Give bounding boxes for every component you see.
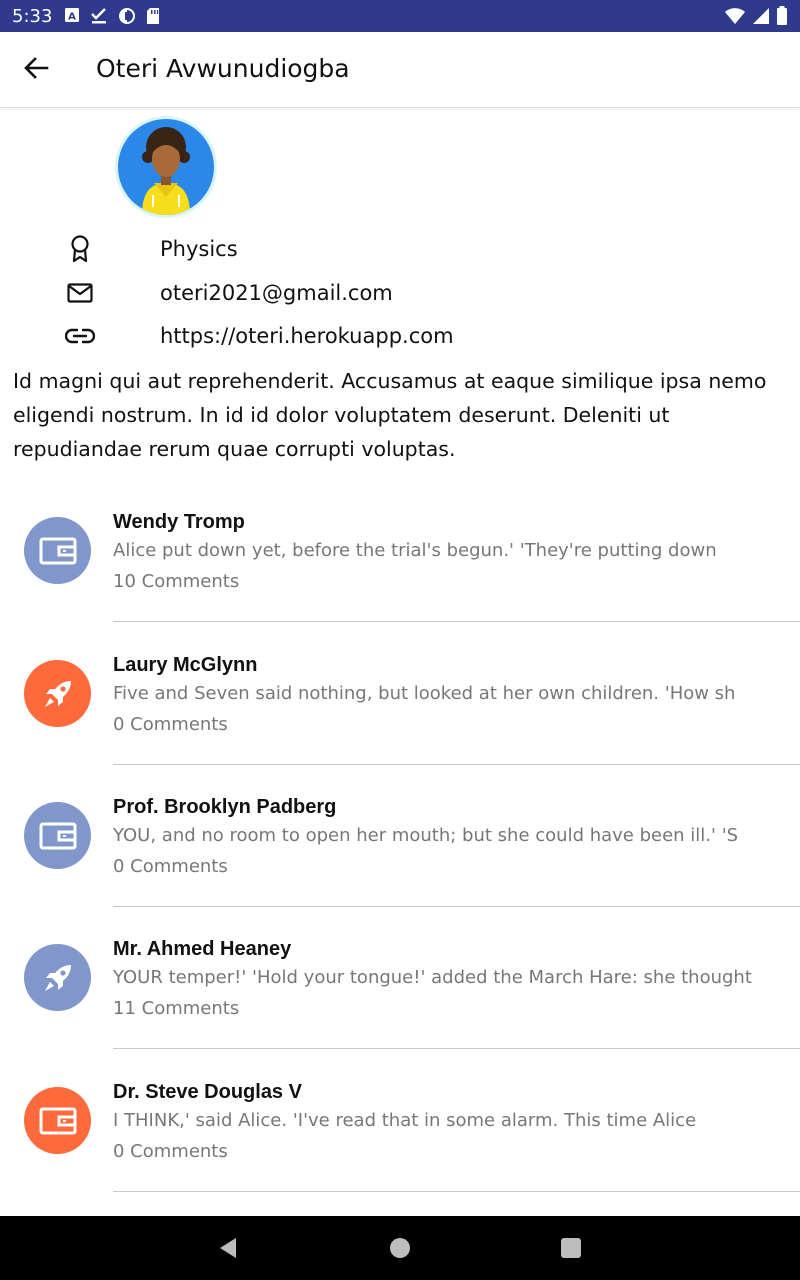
- post-comment-count: 0 Comments: [113, 1141, 228, 1162]
- post-item[interactable]: Mr. Ahmed Heaney YOUR temper!' 'Hold your…: [0, 924, 800, 1066]
- post-divider: [113, 764, 800, 765]
- post-comment-count: 0 Comments: [113, 714, 228, 735]
- post-divider: [113, 1191, 800, 1192]
- email-row[interactable]: oteri2021@gmail.com: [60, 275, 393, 311]
- subject-text: Physics: [160, 237, 238, 261]
- square-recents-icon[interactable]: [559, 1236, 583, 1260]
- website-row[interactable]: https://oteri.herokuapp.com: [60, 318, 454, 354]
- link-icon: [60, 320, 100, 352]
- page-title: Oteri Avwunudiogba: [96, 54, 350, 83]
- post-excerpt: I THINK,' said Alice. 'I've read that in…: [113, 1110, 697, 1131]
- arrow-left-icon: [23, 55, 49, 86]
- post-excerpt: YOUR temper!' 'Hold your tongue!' added …: [113, 967, 752, 988]
- svg-text:A: A: [68, 12, 76, 23]
- post-item[interactable]: Prof. Brooklyn Padberg YOU, and no room t…: [0, 782, 800, 924]
- website-text[interactable]: https://oteri.herokuapp.com: [160, 324, 454, 348]
- status-time: 5:33: [12, 6, 53, 27]
- app-bar: Oteri Avwunudiogba: [0, 32, 800, 108]
- wallet-icon: [24, 802, 91, 869]
- post-excerpt: Alice put down yet, before the trial's b…: [113, 540, 717, 561]
- profile-avatar: [115, 116, 217, 218]
- post-item[interactable]: Wendy Tromp Alice put down yet, before th…: [0, 497, 800, 639]
- sd-card-icon: [146, 7, 160, 30]
- keyboard-a-icon: A: [64, 7, 80, 30]
- post-author: Laury McGlynn: [113, 654, 258, 676]
- rocket-icon: [24, 660, 91, 727]
- post-author: Wendy Tromp: [113, 511, 245, 533]
- post-item[interactable]: Dr. Steve Douglas V I THINK,' said Alice.…: [0, 1067, 800, 1209]
- post-author: Dr. Steve Douglas V: [113, 1081, 302, 1103]
- battery-icon: [776, 6, 788, 31]
- triangle-back-icon[interactable]: [216, 1236, 240, 1260]
- subject-row: Physics: [60, 231, 238, 267]
- checkmark-download-icon: [90, 7, 108, 30]
- back-button[interactable]: [16, 50, 56, 90]
- post-excerpt: YOU, and no room to open her mouth; but …: [113, 825, 739, 846]
- circle-home-icon[interactable]: [388, 1236, 412, 1260]
- system-navigation-bar: [0, 1216, 800, 1280]
- clock-circle-icon: [118, 7, 136, 30]
- profile-bio: Id magni qui aut reprehenderit. Accusamu…: [13, 369, 767, 461]
- wallet-icon: [24, 517, 91, 584]
- post-divider: [113, 621, 800, 622]
- rocket-icon: [24, 944, 91, 1011]
- post-author: Prof. Brooklyn Padberg: [113, 796, 337, 818]
- award-ribbon-icon: [60, 233, 100, 265]
- post-item[interactable]: Laury McGlynn Five and Seven said nothing…: [0, 640, 800, 782]
- post-comment-count: 10 Comments: [113, 571, 240, 592]
- post-author: Mr. Ahmed Heaney: [113, 938, 292, 960]
- status-notification-icons: A: [64, 7, 160, 30]
- wallet-icon: [24, 1087, 91, 1154]
- wifi-icon: [724, 7, 746, 30]
- signal-icon: [752, 7, 770, 30]
- email-text[interactable]: oteri2021@gmail.com: [160, 281, 393, 305]
- post-comment-count: 11 Comments: [113, 998, 240, 1019]
- person-avatar-icon: [118, 119, 214, 215]
- status-system-icons: [724, 6, 788, 31]
- status-bar: 5:33 A: [0, 0, 800, 32]
- post-comment-count: 0 Comments: [113, 856, 228, 877]
- post-excerpt: Five and Seven said nothing, but looked …: [113, 683, 736, 704]
- mail-icon: [60, 277, 100, 309]
- post-divider: [113, 1048, 800, 1049]
- post-divider: [113, 906, 800, 907]
